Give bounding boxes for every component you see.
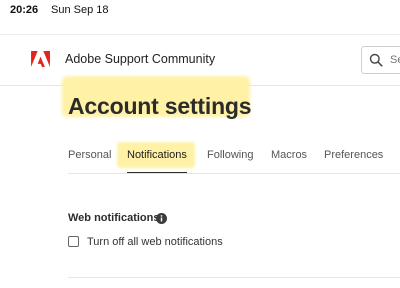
turn-off-web-notifications-checkbox[interactable]: [68, 236, 79, 247]
search-box[interactable]: [361, 46, 400, 74]
adobe-logo-icon[interactable]: [31, 51, 50, 68]
tabs-divider: [68, 173, 400, 174]
status-date: Sun Sep 18: [51, 4, 109, 16]
section-divider: [68, 277, 400, 278]
status-bar: 20:26 Sun Sep 18: [0, 0, 400, 22]
tab-personal[interactable]: Personal: [68, 149, 111, 161]
search-icon[interactable]: [369, 53, 383, 67]
settings-tabs: Personal Notifications Following Macros …: [0, 140, 400, 176]
search-input[interactable]: [390, 52, 400, 67]
tab-preferences[interactable]: Preferences: [324, 149, 383, 161]
tab-notifications[interactable]: Notifications: [127, 149, 187, 161]
tab-following[interactable]: Following: [207, 149, 253, 161]
info-icon[interactable]: [156, 213, 167, 224]
turn-off-web-notifications-label[interactable]: Turn off all web notifications: [87, 236, 223, 248]
page-title: Account settings: [68, 93, 252, 119]
web-notifications-title: Web notifications: [68, 212, 160, 224]
site-brand[interactable]: Adobe Support Community: [65, 52, 215, 66]
status-time: 20:26: [10, 4, 39, 16]
tab-macros[interactable]: Macros: [271, 149, 307, 161]
